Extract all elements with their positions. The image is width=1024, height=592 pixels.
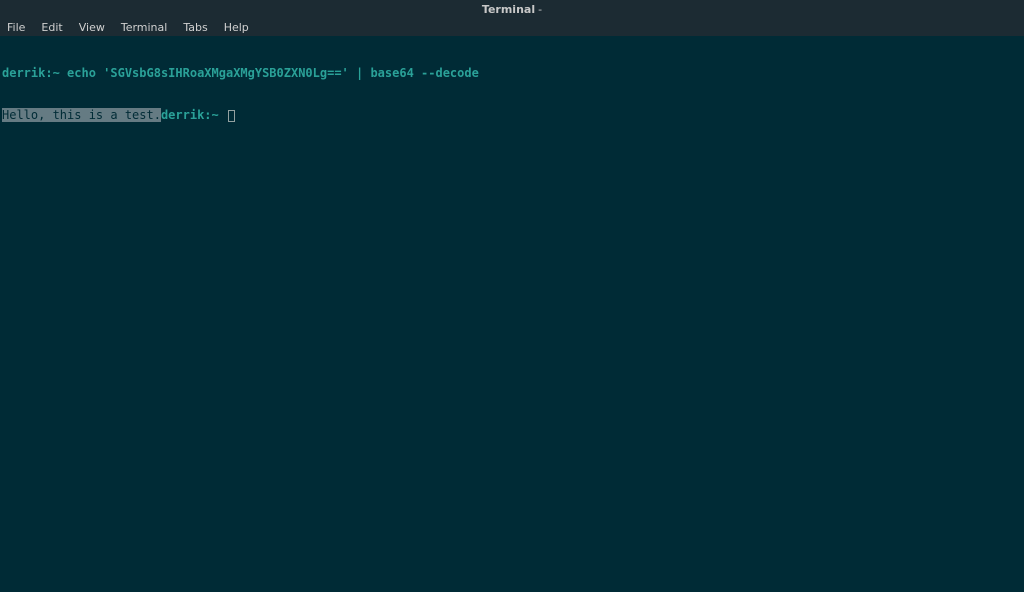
menu-view[interactable]: View [71, 18, 113, 36]
menu-help[interactable]: Help [216, 18, 257, 36]
menu-terminal-label: Terminal [121, 21, 168, 34]
cursor [228, 110, 235, 122]
command-text: echo 'SGVsbG8sIHRoaXMgaXMgYSB0ZXN0Lg==' … [60, 66, 479, 80]
terminal-line-2: Hello, this is a test.derrik:~ [2, 108, 1024, 122]
menu-tabs-label: Tabs [183, 21, 207, 34]
prompt: derrik:~ [2, 66, 60, 80]
menu-file-label: File [7, 21, 25, 34]
menu-help-label: Help [224, 21, 249, 34]
window-title: Terminal - [482, 3, 542, 16]
title-label: Terminal [482, 3, 535, 16]
menu-edit[interactable]: Edit [33, 18, 70, 36]
menu-file[interactable]: File [5, 18, 33, 36]
terminal-line-1: derrik:~ echo 'SGVsbG8sIHRoaXMgaXMgYSB0Z… [2, 66, 1024, 80]
prompt: derrik:~ [161, 108, 226, 122]
terminal-viewport[interactable]: derrik:~ echo 'SGVsbG8sIHRoaXMgaXMgYSB0Z… [0, 36, 1024, 592]
menu-edit-label: Edit [41, 21, 62, 34]
menu-tabs[interactable]: Tabs [175, 18, 215, 36]
menu-terminal[interactable]: Terminal [113, 18, 176, 36]
title-bar: Terminal - [0, 0, 1024, 18]
command-output: Hello, this is a test. [2, 108, 161, 122]
menu-bar: File Edit View Terminal Tabs Help [0, 18, 1024, 36]
menu-view-label: View [79, 21, 105, 34]
title-suffix: - [538, 3, 542, 16]
